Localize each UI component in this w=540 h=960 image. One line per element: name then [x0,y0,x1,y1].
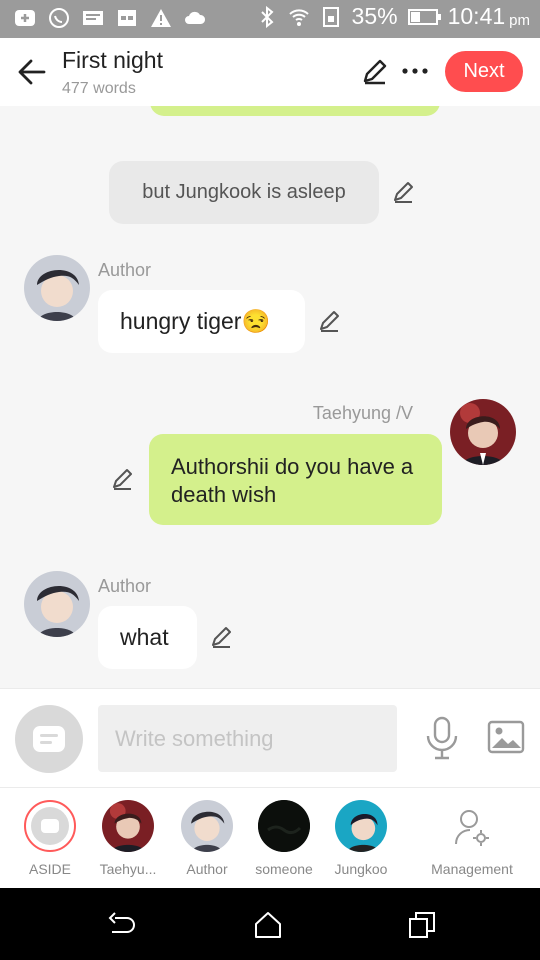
warning-icon [151,9,171,27]
system-nav-bar [0,888,540,960]
character-aside[interactable]: ASIDE [11,788,89,888]
home-icon[interactable] [253,910,283,940]
character-label: Taehyu... [99,861,157,877]
character-someone[interactable]: someone [245,788,323,888]
image-icon[interactable] [487,720,525,754]
management-label: Management [431,861,513,877]
author-avatar [181,800,233,852]
sim-icon [322,6,339,27]
add-icon [15,10,35,26]
clock-ampm: pm [509,12,530,29]
character-author[interactable]: Author [168,788,246,888]
message-bubble[interactable]: hungry tiger😒 [98,290,305,353]
sender-name: Author [98,576,152,596]
author-avatar[interactable] [24,571,90,637]
edit-message-icon[interactable] [110,466,136,492]
message-icon [83,11,103,25]
taehyung-avatar[interactable] [450,399,516,465]
aside-message[interactable]: but Jungkook is asleep [109,161,379,224]
battery-icon [407,8,441,25]
edit-message-icon[interactable] [317,308,343,334]
cloud-icon [185,11,206,24]
status-bar: 35% 10:41 pm [0,0,540,38]
character-label: Author [186,861,228,877]
previous-message-bubble [150,106,440,116]
sender-name: Taehyung /V [312,403,413,423]
wifi-icon [288,8,309,26]
word-count: 477 words [62,80,136,97]
edit-message-icon[interactable] [391,179,417,205]
edit-message-icon[interactable] [209,624,235,650]
message-bubble[interactable]: what [98,606,197,669]
chat-area[interactable]: but Jungkook is asleep Author hungry tig… [0,106,540,688]
next-button[interactable]: Next [445,51,523,92]
whatsapp-icon [49,8,69,28]
character-jungkook[interactable]: Jungkoo [322,788,400,888]
message-input[interactable] [98,705,397,772]
bluetooth-icon [260,5,274,28]
character-label: ASIDE [28,861,71,877]
message-bubble[interactable]: Authorshii do you have a death wish [149,434,442,525]
notification-icons [14,7,206,29]
recent-apps-icon[interactable] [407,910,437,940]
more-options-icon[interactable] [400,58,430,84]
management-button[interactable]: Management [424,788,520,888]
someone-avatar [258,800,310,852]
microphone-icon[interactable] [424,716,460,760]
status-right: 35% 10:41 pm [256,3,530,30]
calendar-icon [118,10,136,26]
aside-icon [33,726,65,752]
input-bar [0,688,540,787]
jungkook-avatar [335,800,387,852]
back-icon[interactable] [107,910,137,940]
back-arrow-icon[interactable] [16,56,48,88]
character-bar: ASIDE Taehyu... Author someone Jungkoo M… [0,787,540,888]
page-title: First night [62,47,163,73]
character-label: Jungkoo [334,861,388,877]
taehyung-avatar [102,800,154,852]
battery-percent: 35% [351,3,398,29]
character-taehyung[interactable]: Taehyu... [89,788,167,888]
sender-name: Author [98,260,152,280]
aside-toggle-button[interactable] [15,705,83,773]
management-icon [455,810,489,846]
author-avatar[interactable] [24,255,90,321]
character-label: someone [255,861,313,877]
aside-character-icon [24,800,76,852]
edit-title-icon[interactable] [360,56,390,86]
clock: 10:41 [447,3,506,29]
header: First night 477 words Next [0,38,540,106]
